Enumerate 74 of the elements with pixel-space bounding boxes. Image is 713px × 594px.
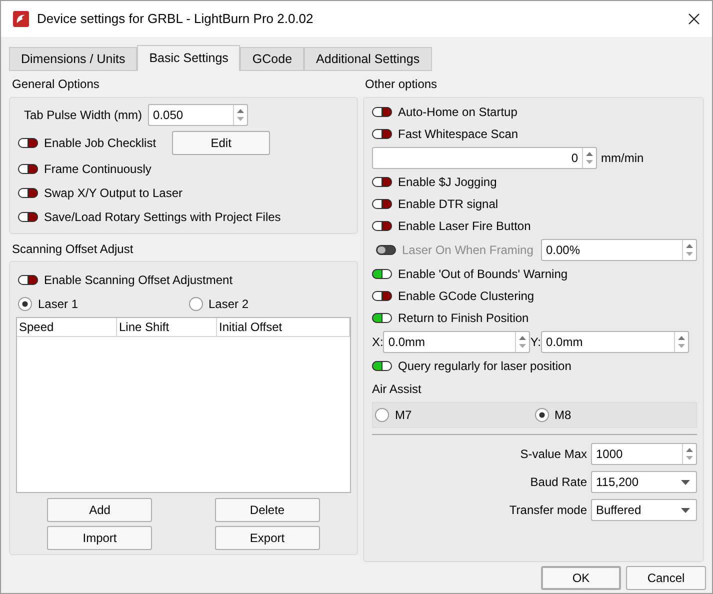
toggle-label: Enable Scanning Offset Adjustment [44,272,233,289]
dropdown[interactable]: Buffered [591,499,697,521]
section-title: General Options [11,76,100,93]
toggle-switch[interactable] [18,212,38,222]
push-button[interactable]: OK [541,566,621,590]
push-button[interactable]: Edit [172,130,270,154]
toggle-switch[interactable] [372,177,392,187]
caret-icon [681,508,690,512]
toggle-switch[interactable] [18,275,38,285]
push-button[interactable]: Delete [214,498,320,522]
toggle-label: Save/Load Rotary Settings with Project Files [44,209,281,226]
toggle-label: Auto-Home on Startup [398,104,518,121]
field-label: S-value Max [520,446,587,463]
push-button[interactable]: Export [214,526,320,550]
tab[interactable]: Additional Settings [304,47,432,71]
toggle-switch[interactable] [18,188,38,198]
toggle-label: Enable 'Out of Bounds' Warning [398,266,568,283]
spin-box[interactable]: 0.0mm [541,331,690,353]
toggle-label: Enable Laser Fire Button [398,218,531,235]
field-label: Baud Rate [530,474,587,491]
radio-label: M7 [395,407,412,424]
unit-label: mm/min [601,150,644,167]
toggle-switch[interactable] [372,221,392,231]
push-button[interactable]: Add [47,498,152,522]
push-button[interactable]: Cancel [626,566,706,590]
toggle-label: Enable DTR signal [398,196,498,213]
toggle-label: Frame Continuously [44,161,152,178]
toggle-label: Enable $J Jogging [398,174,497,191]
toggle-switch[interactable] [18,164,38,174]
axis-label: Y: [530,334,542,351]
radio-button[interactable] [534,408,548,422]
toggle-label: Swap X/Y Output to Laser [44,185,183,202]
toggle-label: Laser On When Framing [402,242,534,259]
spin-box[interactable]: 0.050 [148,104,248,126]
axis-label: X: [372,334,384,351]
radio-button[interactable] [18,297,32,311]
toggle-label: Fast Whitespace Scan [398,126,518,143]
toggle-switch[interactable] [372,291,392,301]
app-logo-icon [13,11,29,27]
push-button[interactable]: Import [47,526,152,550]
toggle-label: Enable GCode Clustering [398,288,534,305]
column-header[interactable]: Line Shift [117,318,217,336]
spin-box[interactable]: 0 [372,147,597,169]
field-label: Tab Pulse Width (mm) [24,107,142,124]
caret-icon [681,480,690,484]
tab[interactable]: GCode [240,47,304,71]
toggle-label: Enable Job Checklist [44,134,156,152]
dropdown[interactable]: 115,200 [591,471,697,493]
spin-box[interactable]: 1000 [591,443,697,465]
section-title: Scanning Offset Adjust [11,241,134,258]
toggle-switch[interactable] [372,361,392,371]
spin-box[interactable]: 0.0mm [383,331,530,353]
toggle-switch[interactable] [18,138,38,148]
section-title: Air Assist [372,381,422,398]
field-label: Transfer mode [509,502,587,519]
radio-button[interactable] [375,408,389,422]
radio-label: M8 [554,407,572,424]
column-header[interactable]: Initial Offset [217,318,350,336]
close-icon[interactable] [688,13,700,25]
column-header[interactable]: Speed [17,318,117,336]
section-title: Other options [364,76,438,93]
toggle-switch[interactable] [372,129,392,139]
toggle-label: Query regularly for laser position [398,358,572,375]
radio-button[interactable] [188,297,202,311]
toggle-switch[interactable] [372,199,392,209]
tab[interactable]: Dimensions / Units [9,47,138,71]
toggle-label: Return to Finish Position [398,310,529,327]
tab[interactable]: Basic Settings [137,45,240,71]
radio-label: Laser 2 [208,296,249,313]
toggle-switch[interactable] [372,269,392,279]
window-title: Device settings for GRBL - LightBurn Pro 2.0.02 [37,10,314,28]
toggle-switch[interactable] [372,313,392,323]
radio-label: Laser 1 [38,296,78,313]
toggle-switch[interactable] [372,107,392,117]
